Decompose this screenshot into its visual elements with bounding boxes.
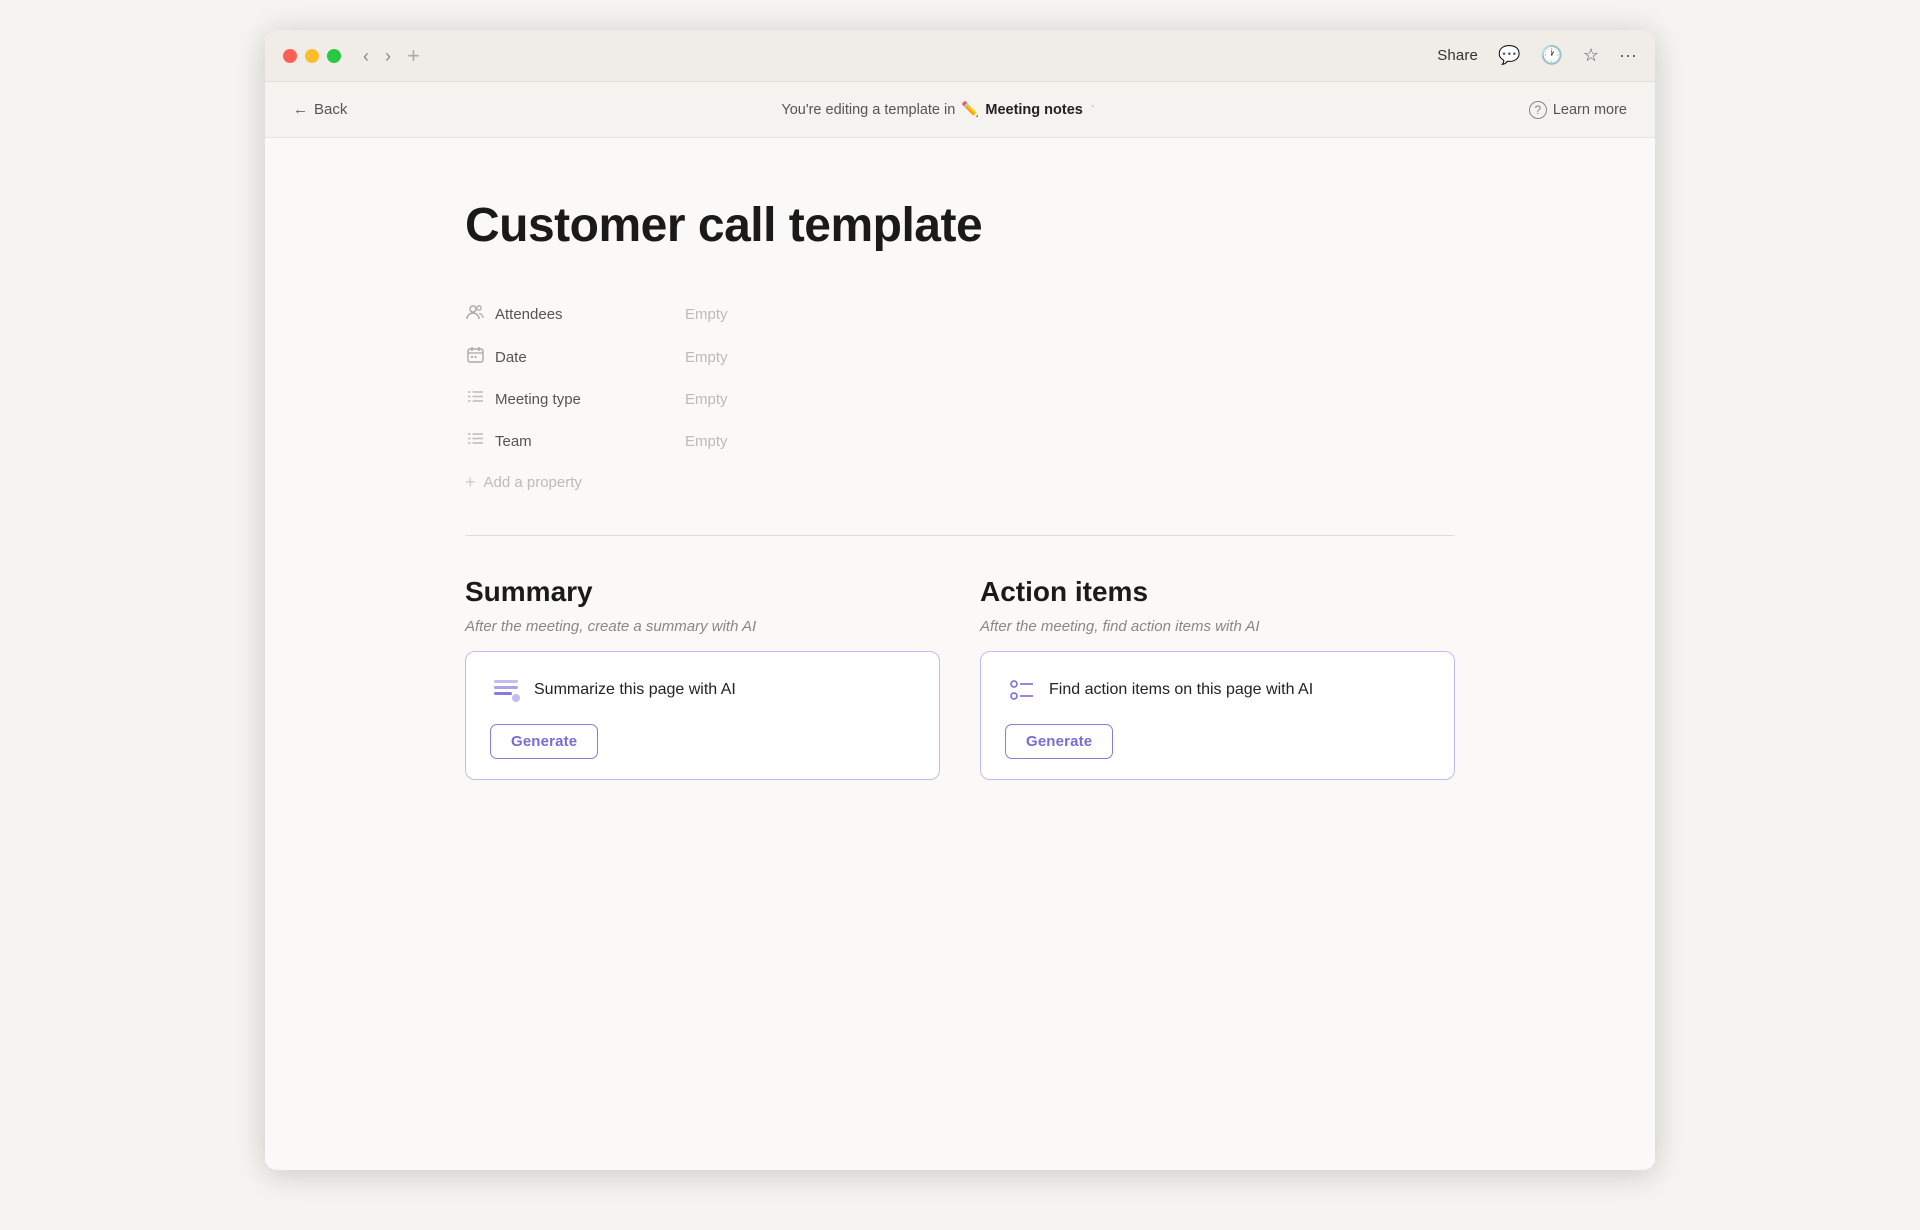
summary-title: Summary	[465, 576, 940, 608]
attendees-label-text: Attendees	[495, 306, 563, 323]
close-button[interactable]	[283, 49, 297, 63]
ai-sections: Summary After the meeting, create a summ…	[465, 576, 1455, 780]
calendar-icon	[465, 346, 485, 368]
topbar-right: ? Learn more	[1529, 101, 1627, 119]
traffic-lights	[283, 49, 341, 63]
action-items-ai-label: Find action items on this page with AI	[1049, 681, 1313, 699]
team-label: Team	[465, 430, 685, 452]
back-label: Back	[314, 101, 347, 118]
share-button[interactable]: Share	[1437, 47, 1478, 64]
notebook-name[interactable]: Meeting notes	[985, 102, 1082, 118]
attendees-value[interactable]: Empty	[685, 306, 728, 323]
properties-section: Attendees Empty	[465, 293, 1455, 503]
history-icon-button[interactable]: 🕐	[1540, 45, 1562, 66]
chevron-icon: `	[1091, 103, 1095, 117]
date-label-text: Date	[495, 349, 527, 366]
add-property-label: Add a property	[484, 474, 582, 491]
titlebar: ‹ › + Share 💬 🕐 ☆ ···	[265, 30, 1655, 82]
team-label-text: Team	[495, 433, 532, 450]
maximize-button[interactable]	[327, 49, 341, 63]
summary-ai-card: Summarize this page with AI Generate	[465, 651, 940, 780]
summary-card-header: Summarize this page with AI	[490, 674, 915, 706]
titlebar-navigation: ‹ › +	[359, 43, 424, 69]
action-items-icon	[1005, 674, 1037, 706]
date-property[interactable]: Date Empty	[465, 336, 1455, 378]
help-circle-icon: ?	[1529, 101, 1547, 119]
attendees-property[interactable]: Attendees Empty	[465, 293, 1455, 336]
action-items-card-header: Find action items on this page with AI	[1005, 674, 1430, 706]
editing-notice: You're editing a template in ✏️ Meeting …	[347, 101, 1528, 118]
date-value[interactable]: Empty	[685, 349, 728, 366]
summary-ai-label: Summarize this page with AI	[534, 681, 736, 699]
nav-add-button[interactable]: +	[403, 43, 424, 69]
list-icon	[465, 388, 485, 410]
action-items-section: Action items After the meeting, find act…	[980, 576, 1455, 780]
main-content: Customer call template Attendees Empt	[265, 138, 1655, 1170]
action-items-title: Action items	[980, 576, 1455, 608]
meeting-type-label: Meeting type	[465, 388, 685, 410]
nav-back-button[interactable]: ‹	[359, 43, 373, 69]
meeting-type-property[interactable]: Meeting type Empty	[465, 378, 1455, 420]
action-items-generate-button[interactable]: Generate	[1005, 724, 1113, 759]
learn-more-button[interactable]: Learn more	[1553, 102, 1627, 118]
plus-icon: +	[465, 472, 476, 493]
action-items-subtitle: After the meeting, find action items wit…	[980, 618, 1455, 635]
meeting-type-value[interactable]: Empty	[685, 391, 728, 408]
nav-forward-button[interactable]: ›	[381, 43, 395, 69]
section-divider	[465, 535, 1455, 536]
attendees-label: Attendees	[465, 303, 685, 326]
add-property-button[interactable]: + Add a property	[465, 462, 1455, 503]
action-items-ai-card: Find action items on this page with AI G…	[980, 651, 1455, 780]
more-options-button[interactable]: ···	[1619, 45, 1637, 66]
team-property[interactable]: Team Empty	[465, 420, 1455, 462]
pencil-icon: ✏️	[961, 101, 979, 118]
summarize-icon	[490, 674, 522, 706]
summary-generate-button[interactable]: Generate	[490, 724, 598, 759]
summary-subtitle: After the meeting, create a summary with…	[465, 618, 940, 635]
topbar: ← Back You're editing a template in ✏️ M…	[265, 82, 1655, 138]
summary-section: Summary After the meeting, create a summ…	[465, 576, 940, 780]
comment-icon-button[interactable]: 💬	[1498, 45, 1520, 66]
minimize-button[interactable]	[305, 49, 319, 63]
team-value[interactable]: Empty	[685, 433, 728, 450]
app-window: ‹ › + Share 💬 🕐 ☆ ··· ← Back You're edit…	[265, 30, 1655, 1170]
page-title: Customer call template	[465, 198, 1455, 253]
editing-prefix-text: You're editing a template in	[781, 102, 955, 118]
people-icon	[465, 303, 485, 326]
star-icon-button[interactable]: ☆	[1583, 45, 1599, 66]
back-button[interactable]: ← Back	[293, 101, 347, 118]
back-arrow-icon: ←	[293, 101, 308, 118]
meeting-type-label-text: Meeting type	[495, 391, 581, 408]
team-list-icon	[465, 430, 485, 452]
titlebar-actions: Share 💬 🕐 ☆ ···	[1437, 45, 1637, 66]
date-label: Date	[465, 346, 685, 368]
